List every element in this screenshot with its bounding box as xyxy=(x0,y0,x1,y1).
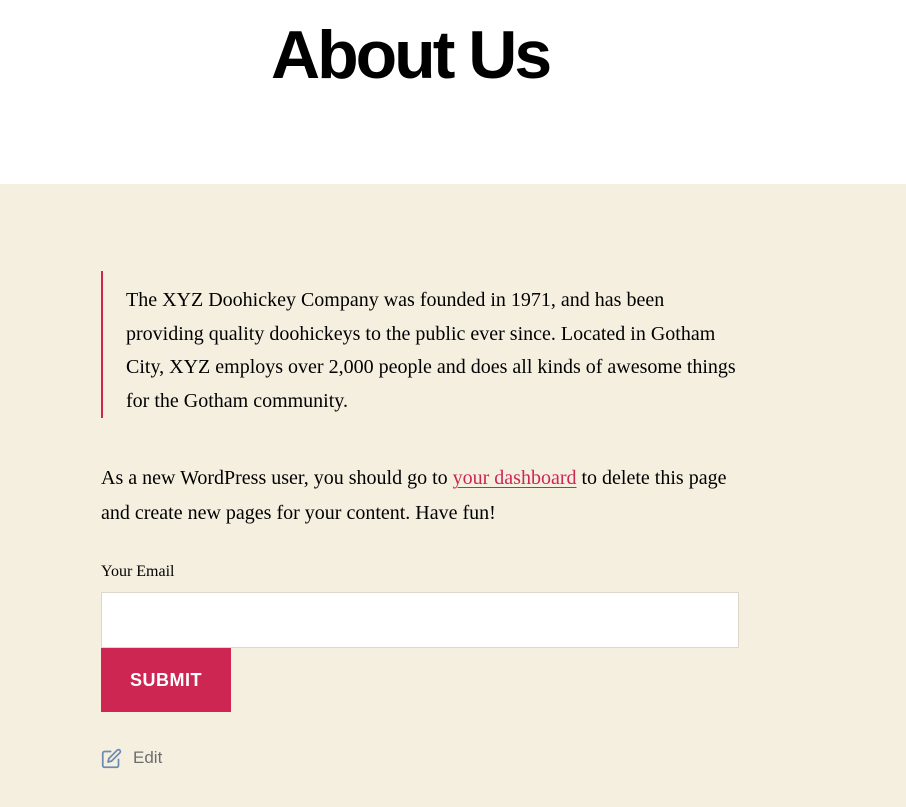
dashboard-link[interactable]: your dashboard xyxy=(453,467,577,489)
submit-button[interactable]: SUBMIT xyxy=(101,648,231,712)
page-content: The XYZ Doohickey Company was founded in… xyxy=(0,184,906,807)
edit-link[interactable]: Edit xyxy=(101,746,162,770)
email-input[interactable] xyxy=(101,592,739,648)
intro-text-before: As a new WordPress user, you should go t… xyxy=(101,467,453,489)
page-title: About Us xyxy=(271,17,552,93)
email-label: Your Email xyxy=(101,563,175,580)
quote-text: The XYZ Doohickey Company was founded in… xyxy=(126,289,736,412)
edit-icon xyxy=(101,748,122,769)
page-header: About Us xyxy=(0,0,906,184)
intro-paragraph: As a new WordPress user, you should go t… xyxy=(101,461,741,531)
edit-label: Edit xyxy=(133,748,163,767)
company-quote: The XYZ Doohickey Company was founded in… xyxy=(101,271,741,418)
page: About Us The XYZ Doohickey Company was f… xyxy=(0,0,906,807)
